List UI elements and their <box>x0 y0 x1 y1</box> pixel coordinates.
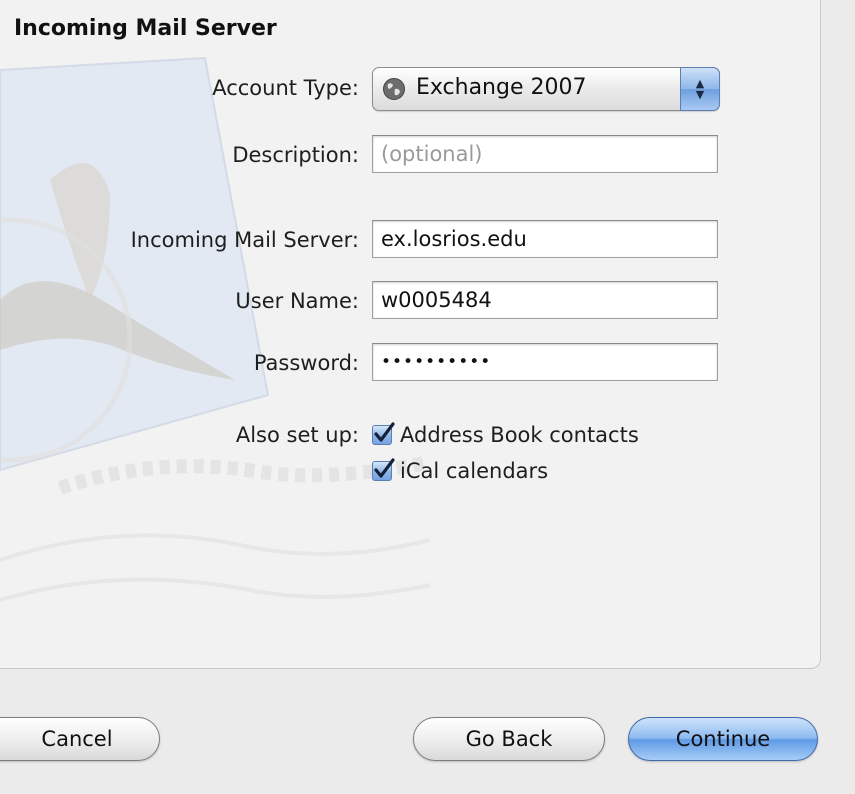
password-label: Password: <box>253 351 359 375</box>
incoming-mail-server-label: Incoming Mail Server: <box>130 228 359 252</box>
arrow-down-icon: ▼ <box>695 88 705 101</box>
account-type-popup[interactable]: Exchange 2007 ▲ ▼ <box>372 67 720 111</box>
checkmark-icon <box>374 458 395 478</box>
address-book-checkbox-row[interactable]: Address Book contacts <box>372 422 639 447</box>
section-title: Incoming Mail Server <box>14 16 277 41</box>
incoming-mail-server-input[interactable] <box>372 220 718 258</box>
description-label: Description: <box>232 143 359 167</box>
also-set-up-label: Also set up: <box>235 423 359 447</box>
ical-checkbox[interactable] <box>372 458 395 481</box>
address-book-checkbox[interactable] <box>372 422 395 445</box>
popup-stepper[interactable]: ▲ ▼ <box>680 67 720 111</box>
go-back-button[interactable]: Go Back <box>413 717 605 761</box>
checkmark-icon <box>374 422 395 442</box>
account-type-value: Exchange 2007 <box>416 75 587 100</box>
password-input[interactable] <box>372 343 718 381</box>
cancel-button[interactable]: Cancel <box>0 717 160 761</box>
user-name-label: User Name: <box>235 289 359 313</box>
description-input[interactable] <box>372 135 718 173</box>
user-name-input[interactable] <box>372 281 718 319</box>
globe-icon <box>383 78 405 100</box>
ical-label: iCal calendars <box>400 459 549 483</box>
account-type-label: Account Type: <box>212 76 359 100</box>
address-book-label: Address Book contacts <box>400 423 639 447</box>
ical-checkbox-row[interactable]: iCal calendars <box>372 458 549 483</box>
continue-button[interactable]: Continue <box>628 717 818 761</box>
